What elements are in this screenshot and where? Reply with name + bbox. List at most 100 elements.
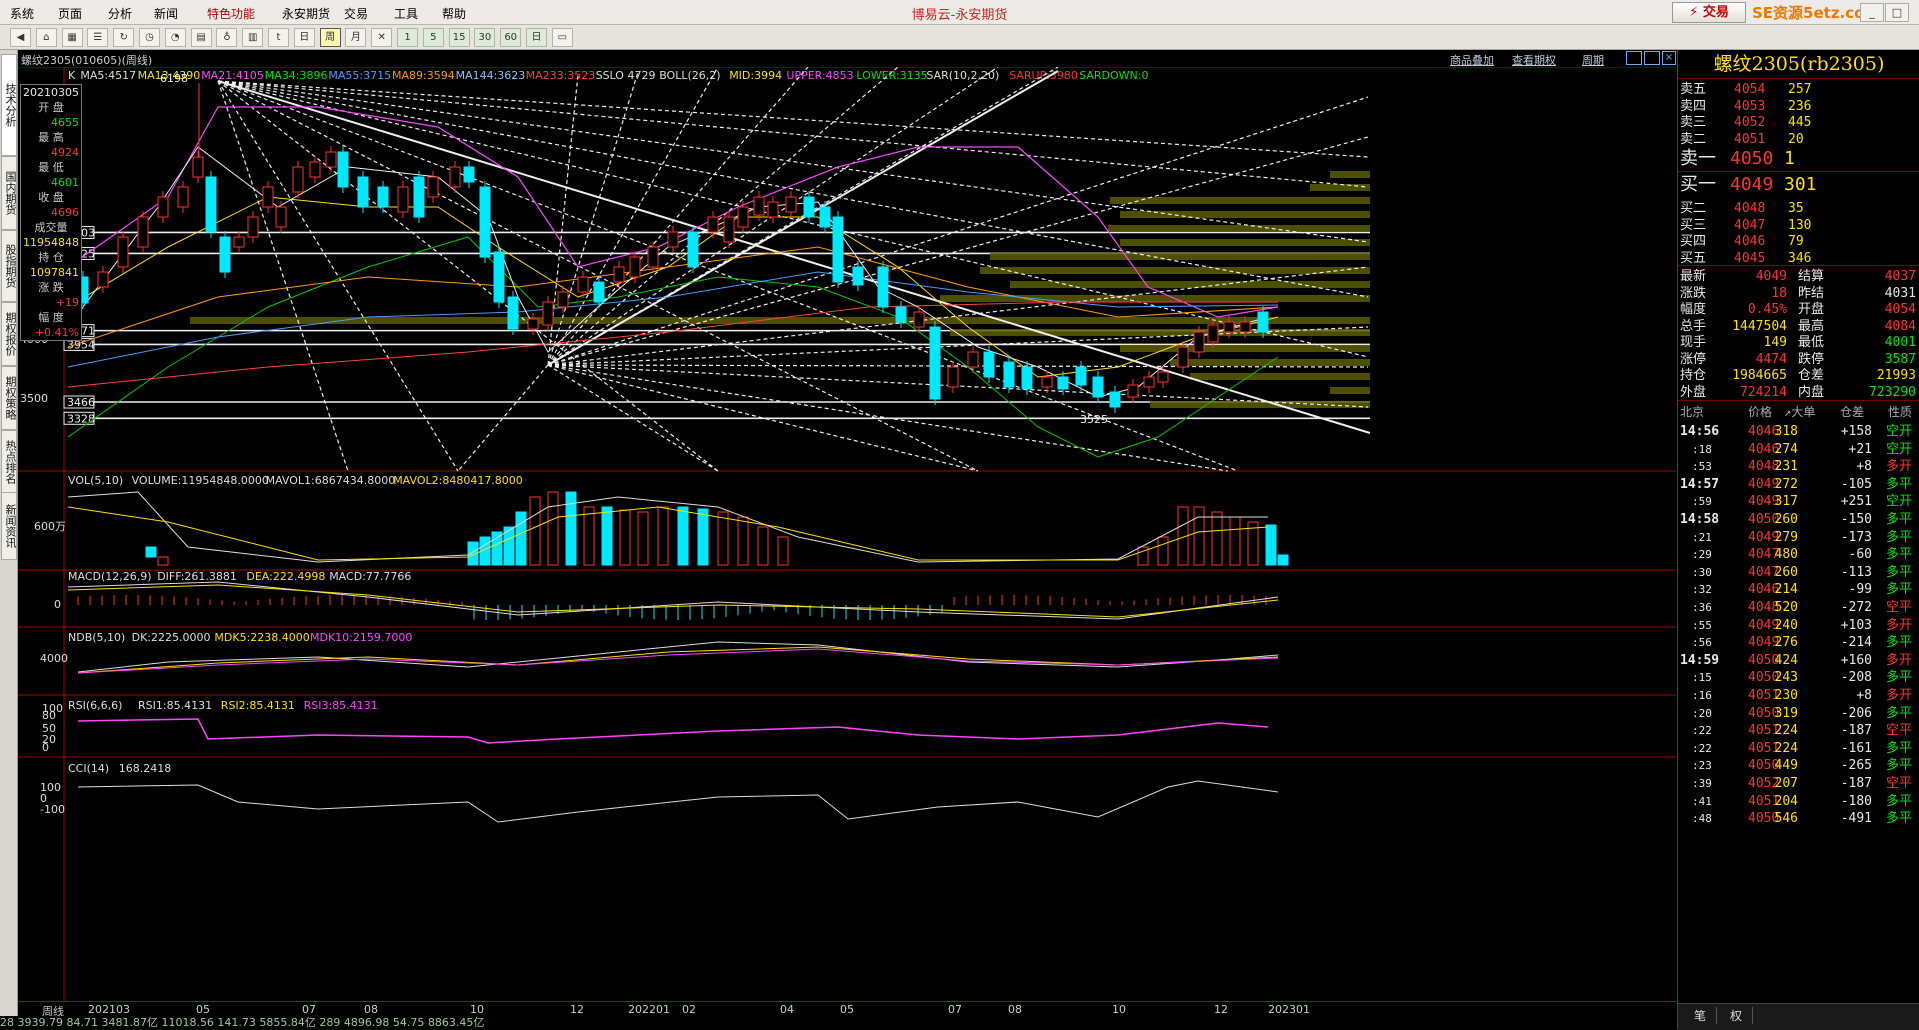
maximize-icon[interactable]: □ <box>1885 3 1909 22</box>
legend-item: RSI1:85.4131 <box>138 699 212 712</box>
menu-item-0[interactable]: 系统 <box>10 5 34 22</box>
volume-bar <box>583 506 595 566</box>
x-icon[interactable]: ✕ <box>371 28 393 47</box>
period-button-60[interactable]: 60 <box>500 28 522 47</box>
layout2-icon[interactable] <box>1644 51 1660 65</box>
candle <box>233 236 245 248</box>
day-icon[interactable]: 日 <box>293 28 315 47</box>
grid-icon[interactable]: ▦ <box>61 28 83 47</box>
legend-item: MAVOL2:8480417.8000 <box>393 474 523 487</box>
candle <box>309 161 321 178</box>
volume-profile-bar <box>1330 171 1370 178</box>
candle <box>629 256 641 278</box>
refresh-icon[interactable]: ↻ <box>113 28 135 47</box>
volume-bar <box>657 506 669 566</box>
tick-header-time: 北京 <box>1680 405 1705 419</box>
print-icon[interactable]: ▭ <box>551 28 573 47</box>
bid-row[interactable]: 买一 4049 301 <box>1678 173 1919 197</box>
volume-bar <box>619 509 631 566</box>
volume-profile-bar <box>1150 401 1370 408</box>
volume-bar <box>697 508 709 566</box>
tick-nature: 多平 <box>1886 811 1913 827</box>
candle <box>785 196 797 213</box>
period-button-5[interactable]: 5 <box>422 28 444 47</box>
volume-profile-bar <box>1330 387 1370 394</box>
gann-line <box>217 80 719 472</box>
legend-item: MACD(12,26,9) <box>68 570 152 583</box>
bar-info-panel: 20210305 开 盘 4655 最 高 4924 最 低 4601 收 盘 … <box>20 84 82 341</box>
tick-oi-diff: -491 <box>1840 811 1872 827</box>
tick-row[interactable]: :48 4050 546 -491 多平 <box>1678 808 1919 829</box>
left-tab-1[interactable]: 国内期货 <box>1 156 17 230</box>
legend-item: RSI3:85.4131 <box>304 699 378 712</box>
tick-header-nature: 性质 <box>1888 405 1913 419</box>
candle <box>262 186 274 208</box>
candle <box>337 151 349 188</box>
period-button-15[interactable]: 15 <box>448 28 470 47</box>
quote-tab-0[interactable]: 笔 <box>1684 1007 1718 1024</box>
menu-item-1[interactable]: 页面 <box>58 5 82 22</box>
candle <box>737 206 749 228</box>
back-icon[interactable]: ◀ <box>10 28 31 47</box>
x-axis: 周线 202103 05 07 08 10 12 202201 02 04 05 07 08 10 12 20… <box>18 1001 1676 1018</box>
kline-chart[interactable]: K MA5:4517 MA13:4390 MA21:4105 MA34:3896 MA55… <box>18 67 1676 1001</box>
left-tab-6[interactable]: 新闻资讯 <box>1 492 17 560</box>
home-icon[interactable]: ⌂ <box>35 28 57 47</box>
candle <box>1127 384 1139 398</box>
minimize-icon[interactable]: _ <box>1860 3 1884 22</box>
menu-item-8[interactable]: 帮助 <box>442 5 466 22</box>
bar-icon[interactable]: ▥ <box>242 28 264 47</box>
menu-item-6[interactable]: 交易 <box>344 5 368 22</box>
menu-item-5[interactable]: 永安期货 <box>282 5 330 22</box>
pie-icon[interactable]: ◔ <box>164 28 186 47</box>
info-pct-label: 幅 度 <box>38 311 64 324</box>
ask-label: 卖一 <box>1680 148 1716 169</box>
layout-icon[interactable] <box>1626 51 1642 65</box>
period-button-1[interactable]: 1 <box>397 28 418 47</box>
left-tab-2[interactable]: 股指期货 <box>1 230 17 302</box>
toolbar: ◀ ⌂ ▦ ☰ ↻ ◷ ◔ ▤ ♁ ▥ t 日周月 ✕ 1 5 15 30 60 日 ▭ <box>0 25 1919 50</box>
left-tab-5[interactable]: 热点排名 <box>1 430 17 494</box>
legend-item: MA233:3523 <box>526 69 596 82</box>
cup-icon[interactable]: ♁ <box>216 28 238 47</box>
period-button-30[interactable]: 30 <box>474 28 496 47</box>
info-close-label: 收 盘 <box>38 191 64 204</box>
volume-bar <box>637 511 649 566</box>
clock-icon[interactable]: ◷ <box>139 28 160 47</box>
list-icon[interactable]: ☰ <box>87 28 109 47</box>
info-high-label: 最 高 <box>38 131 64 144</box>
x-tick-label: 10 <box>1112 1003 1126 1016</box>
period-button-日[interactable]: 日 <box>526 28 547 47</box>
menu-item-4[interactable]: 特色功能 <box>207 5 255 22</box>
volume-bar <box>757 526 769 566</box>
candle <box>357 176 369 208</box>
view-options-link[interactable]: 查看期权 <box>1512 52 1556 68</box>
menu-item-3[interactable]: 新闻 <box>154 5 178 22</box>
week-icon[interactable]: 周 <box>319 28 341 47</box>
trade-button[interactable]: ⚡ 交易 <box>1672 2 1746 23</box>
left-tab-0[interactable]: 技术分析 <box>1 54 17 156</box>
ask-row[interactable]: 卖一 4050 1 <box>1678 147 1919 171</box>
candle <box>1223 321 1235 333</box>
candle <box>527 318 539 330</box>
info-oi: 1097841 <box>30 266 79 279</box>
close-icon[interactable]: × <box>1662 51 1676 65</box>
legend-item: MA34:3896 <box>265 69 328 82</box>
candle <box>687 231 699 268</box>
period-link[interactable]: 周期 <box>1582 52 1604 68</box>
month-icon[interactable]: 月 <box>345 28 367 47</box>
legend-item: 168.2418 <box>119 762 172 775</box>
left-tab-3[interactable]: 期权报价 <box>1 302 17 366</box>
volume-bar <box>1157 536 1169 566</box>
quote-tab-1[interactable]: 权 <box>1720 1007 1754 1024</box>
menu-item-2[interactable]: 分析 <box>108 5 132 22</box>
x-tick-label: 12 <box>1214 1003 1228 1016</box>
overlay-link[interactable]: 商品叠加 <box>1450 52 1494 68</box>
legend-item: MDK5:2238.4000 <box>214 631 309 644</box>
tick-icon[interactable]: t <box>268 28 289 47</box>
chart-icon[interactable]: ▤ <box>190 28 212 47</box>
legend-item: DIFF:261.3881 <box>157 570 237 583</box>
left-tab-4[interactable]: 期权策略 <box>1 366 17 430</box>
legend-item: MA89:3594 <box>392 69 455 82</box>
menu-item-7[interactable]: 工具 <box>394 5 418 22</box>
